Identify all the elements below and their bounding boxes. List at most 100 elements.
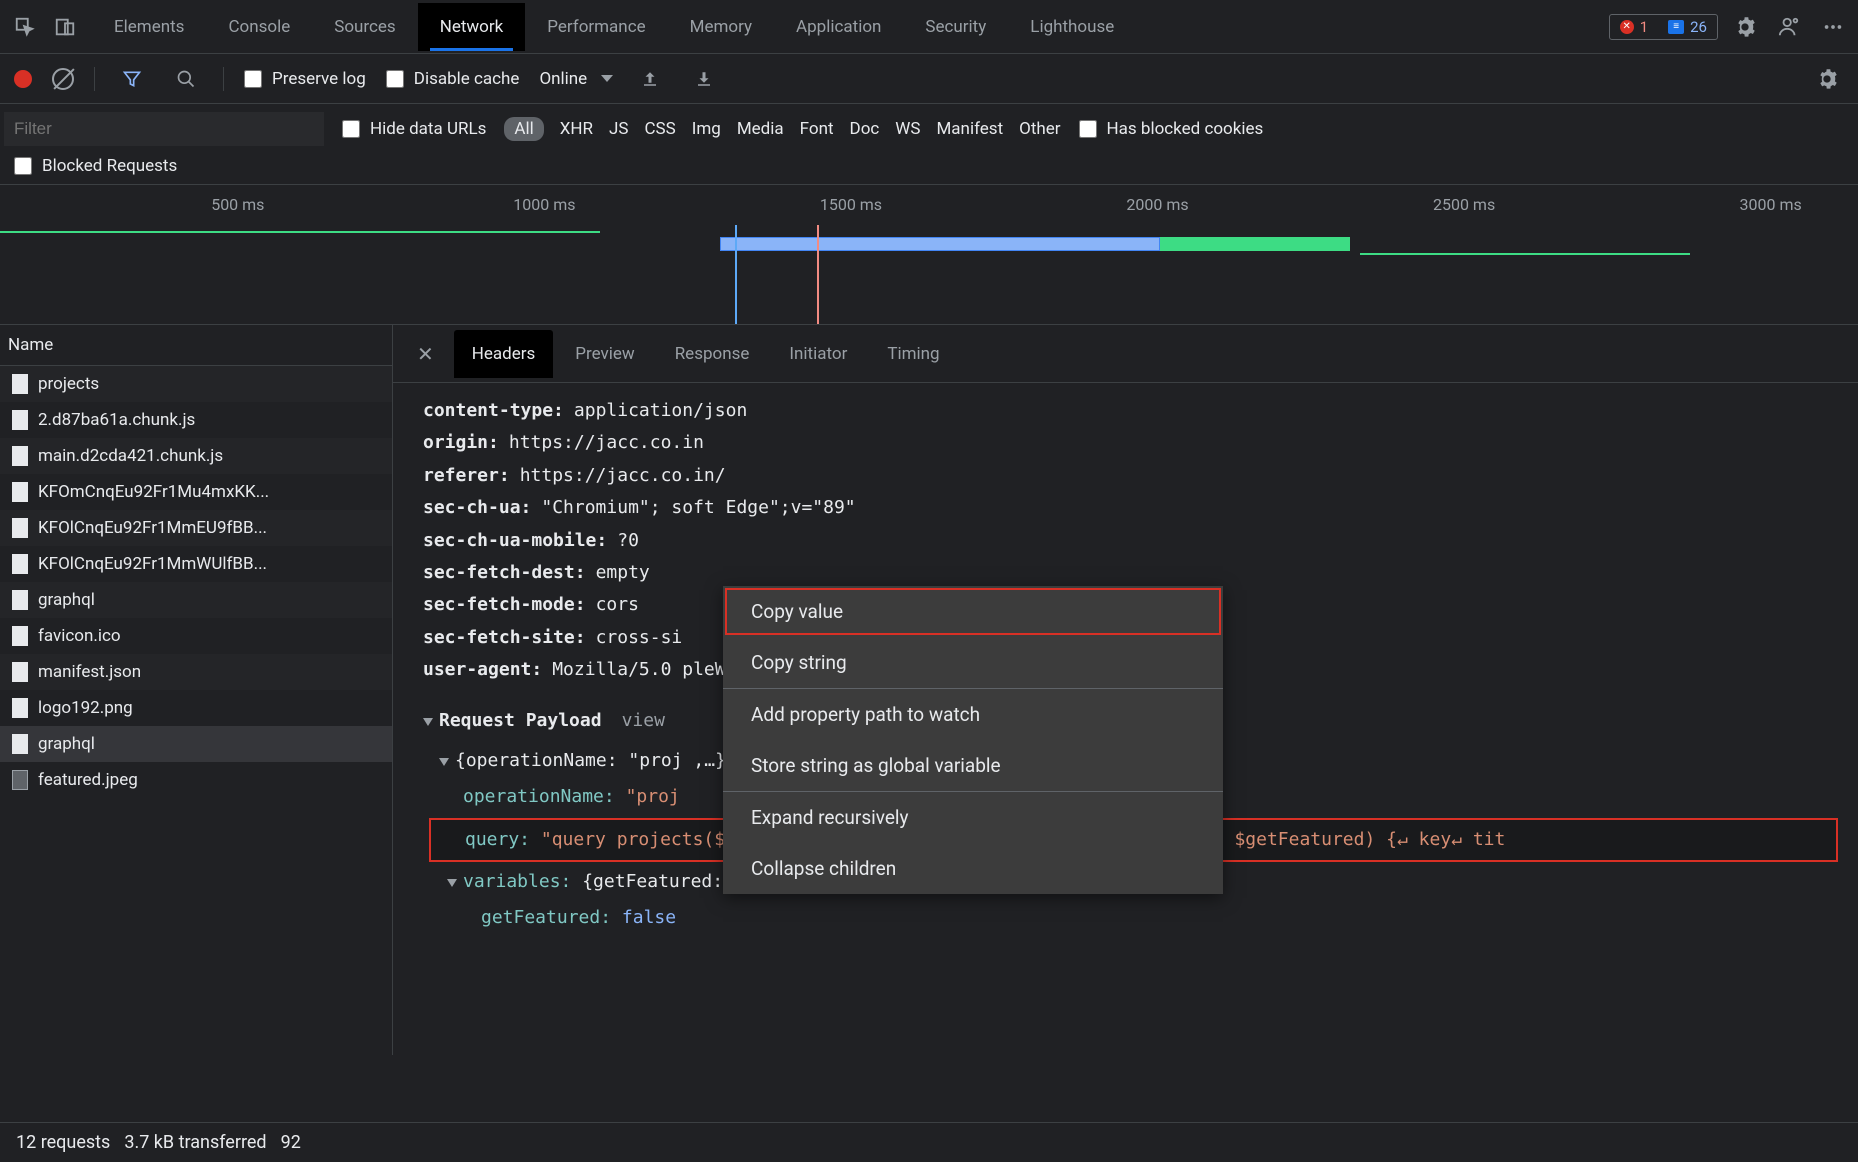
resource-type-filter: All XHR JS CSS Img Media Font Doc WS Man… [504,117,1060,141]
dtab-headers[interactable]: Headers [454,330,554,378]
type-img[interactable]: Img [692,119,721,139]
type-xhr[interactable]: XHR [560,119,593,139]
type-js[interactable]: JS [609,119,628,139]
transferred-size: 3.7 kB transferred [124,1132,266,1153]
preserve-log-checkbox[interactable]: Preserve log [244,69,366,89]
file-icon [12,554,28,574]
name-column-header[interactable]: Name [0,325,392,366]
request-name: graphql [38,734,95,754]
gear-icon[interactable] [1728,10,1762,44]
request-name: KFOlCnqEu92Fr1MmWUlfBB... [38,554,267,574]
network-toolbar: Preserve log Disable cache Online [0,54,1858,104]
chevron-down-icon [601,75,613,82]
tab-performance[interactable]: Performance [525,3,667,51]
tab-network[interactable]: Network [418,3,526,51]
hide-data-urls-checkbox[interactable]: Hide data URLs [342,119,486,139]
status-bar: 12 requests 3.7 kB transferred 92 [0,1122,1858,1162]
filter-input[interactable] [4,112,324,146]
request-count: 12 requests [16,1132,110,1153]
request-row[interactable]: graphql [0,726,392,762]
context-menu-item[interactable]: Collapse children [723,843,1223,894]
view-source-link[interactable]: view [622,705,665,737]
request-row[interactable]: featured.jpeg [0,762,392,798]
tab-application[interactable]: Application [774,3,903,51]
dtab-preview[interactable]: Preview [557,330,652,378]
close-detail-icon[interactable]: ✕ [401,342,450,366]
settings-gear-icon[interactable] [1810,62,1844,96]
issue-badges[interactable]: ✕1 ≡26 [1609,14,1718,40]
dtab-timing[interactable]: Timing [869,330,957,378]
context-menu-item[interactable]: Copy value [723,586,1223,637]
tab-security[interactable]: Security [903,3,1008,51]
tab-sources[interactable]: Sources [312,3,417,51]
request-row[interactable]: 2.d87ba61a.chunk.js [0,402,392,438]
tab-lighthouse[interactable]: Lighthouse [1008,3,1136,51]
dtab-response[interactable]: Response [657,330,768,378]
request-name: manifest.json [38,662,141,682]
request-row[interactable]: graphql [0,582,392,618]
header-row: sec-fetch-dest:empty [423,557,1828,589]
file-icon [12,626,28,646]
devtools-topbar: Elements Console Sources Network Perform… [0,0,1858,54]
context-menu-item[interactable]: Add property path to watch [723,689,1223,740]
profile-icon[interactable] [1772,10,1806,44]
header-row: sec-ch-ua-mobile:?0 [423,525,1828,557]
warning-count: 26 [1690,18,1707,36]
context-menu-item[interactable]: Store string as global variable [723,740,1223,791]
request-name: main.d2cda421.chunk.js [38,446,223,466]
type-manifest[interactable]: Manifest [936,119,1003,139]
tab-console[interactable]: Console [206,3,312,51]
type-doc[interactable]: Doc [850,119,880,139]
type-media[interactable]: Media [737,119,784,139]
request-row[interactable]: main.d2cda421.chunk.js [0,438,392,474]
detail-tabs: ✕ Headers Preview Response Initiator Tim… [393,325,1858,383]
file-icon [12,518,28,538]
request-row[interactable]: projects [0,366,392,402]
request-list: Name projects 2.d87ba61a.chunk.js main.d2c… [0,325,393,1055]
file-icon [12,482,28,502]
device-toggle-icon[interactable] [48,10,82,44]
request-row[interactable]: logo192.png [0,690,392,726]
file-icon [12,698,28,718]
context-menu-item[interactable]: Copy string [723,637,1223,688]
search-icon[interactable] [169,62,203,96]
clear-button[interactable] [52,68,74,90]
request-name: projects [38,374,99,394]
more-icon[interactable] [1816,10,1850,44]
context-menu: Copy valueCopy stringAdd property path t… [723,586,1223,894]
request-name: logo192.png [38,698,133,718]
header-row: origin:https://jacc.co.in [423,427,1828,459]
type-font[interactable]: Font [800,119,834,139]
timeline-overview[interactable]: 500 ms 1000 ms 1500 ms 2000 ms 2500 ms 3… [0,185,1858,325]
request-row[interactable]: KFOlCnqEu92Fr1MmEU9fBB... [0,510,392,546]
request-row[interactable]: KFOmCnqEu92Fr1Mu4mxKK... [0,474,392,510]
tab-memory[interactable]: Memory [668,3,774,51]
upload-icon[interactable] [633,62,667,96]
download-icon[interactable] [687,62,721,96]
blocked-requests-checkbox[interactable]: Blocked Requests [14,156,177,176]
has-blocked-cookies-checkbox[interactable]: Has blocked cookies [1079,119,1264,139]
disable-cache-checkbox[interactable]: Disable cache [386,69,520,89]
record-button[interactable] [14,70,32,88]
throttle-select[interactable]: Online [539,69,613,89]
inspect-icon[interactable] [8,10,42,44]
type-css[interactable]: CSS [644,119,675,139]
request-row[interactable]: KFOlCnqEu92Fr1MmWUlfBB... [0,546,392,582]
file-icon [12,734,28,754]
context-menu-item[interactable]: Expand recursively [723,792,1223,843]
filter-toggle-icon[interactable] [115,62,149,96]
file-icon [12,410,28,430]
dtab-initiator[interactable]: Initiator [771,330,865,378]
error-count: 1 [1640,18,1648,36]
request-row[interactable]: manifest.json [0,654,392,690]
request-name: KFOmCnqEu92Fr1Mu4mxKK... [38,482,269,502]
header-row: sec-ch-ua:"Chromium"; soft Edge";v="89" [423,492,1828,524]
image-file-icon [12,770,28,790]
request-row[interactable]: favicon.ico [0,618,392,654]
type-other[interactable]: Other [1019,119,1060,139]
filter-bar: Hide data URLs All XHR JS CSS Img Media … [0,104,1858,185]
type-ws[interactable]: WS [895,119,920,139]
tab-elements[interactable]: Elements [92,3,206,51]
request-name: graphql [38,590,95,610]
type-all[interactable]: All [504,117,543,141]
